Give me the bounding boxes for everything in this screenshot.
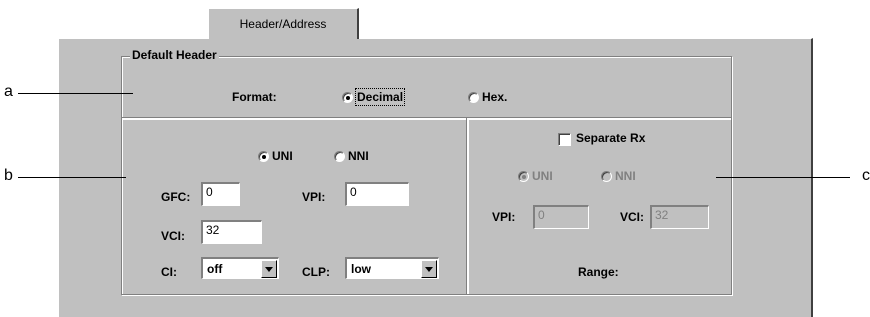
gfc-input[interactable]: 0 [201, 182, 240, 206]
rx-vpi-label: VPI: [492, 210, 516, 224]
ci-dropdown-button[interactable] [261, 260, 277, 278]
vci-label: VCI: [161, 229, 185, 243]
hex-label[interactable]: Hex. [482, 90, 507, 104]
rx-uni-label: UNI [532, 169, 553, 183]
callout-c-line [716, 177, 850, 178]
rx-uni-radio[interactable] [518, 171, 529, 182]
ci-dropdown[interactable]: off [201, 257, 279, 279]
chevron-down-icon [265, 267, 273, 272]
rx-nni-radio[interactable] [601, 171, 612, 182]
default-header-group [121, 56, 732, 119]
chevron-down-icon [425, 267, 433, 272]
decimal-label[interactable]: Decimal [354, 88, 406, 106]
rx-vpi-input[interactable]: 0 [533, 205, 589, 229]
decimal-radio[interactable] [342, 92, 353, 103]
rx-range-label: Range: [578, 265, 619, 279]
callout-b: b [4, 167, 13, 184]
rx-nni-label: NNI [615, 169, 636, 183]
tab-header-address[interactable]: Header/Address [208, 8, 359, 39]
hex-radio[interactable] [468, 92, 479, 103]
callout-a-line [18, 93, 133, 94]
clp-value: low [351, 262, 371, 276]
vci-input[interactable]: 32 [201, 220, 262, 244]
tab-label: Header/Address [239, 17, 327, 31]
nni-label[interactable]: NNI [348, 149, 369, 163]
nni-radio[interactable] [334, 151, 345, 162]
separate-rx-label[interactable]: Separate Rx [576, 131, 645, 145]
default-header-title: Default Header [130, 48, 219, 62]
vpi-label: VPI: [302, 190, 326, 204]
uni-radio[interactable] [258, 151, 269, 162]
callout-a: a [4, 83, 13, 100]
rx-vci-input[interactable]: 32 [650, 205, 709, 229]
separate-rx-checkbox[interactable] [558, 133, 571, 146]
callout-b-line [18, 177, 126, 178]
clp-dropdown-button[interactable] [421, 260, 437, 278]
callout-c: c [862, 167, 870, 184]
clp-label: CLP: [302, 265, 330, 279]
clp-dropdown[interactable]: low [345, 257, 439, 279]
format-label: Format: [232, 90, 277, 104]
uni-label[interactable]: UNI [272, 149, 293, 163]
vpi-input[interactable]: 0 [345, 182, 409, 206]
rx-vci-label: VCI: [620, 210, 644, 224]
ci-label: CI: [161, 265, 177, 279]
gfc-label: GFC: [161, 190, 191, 204]
ci-value: off [207, 262, 223, 276]
